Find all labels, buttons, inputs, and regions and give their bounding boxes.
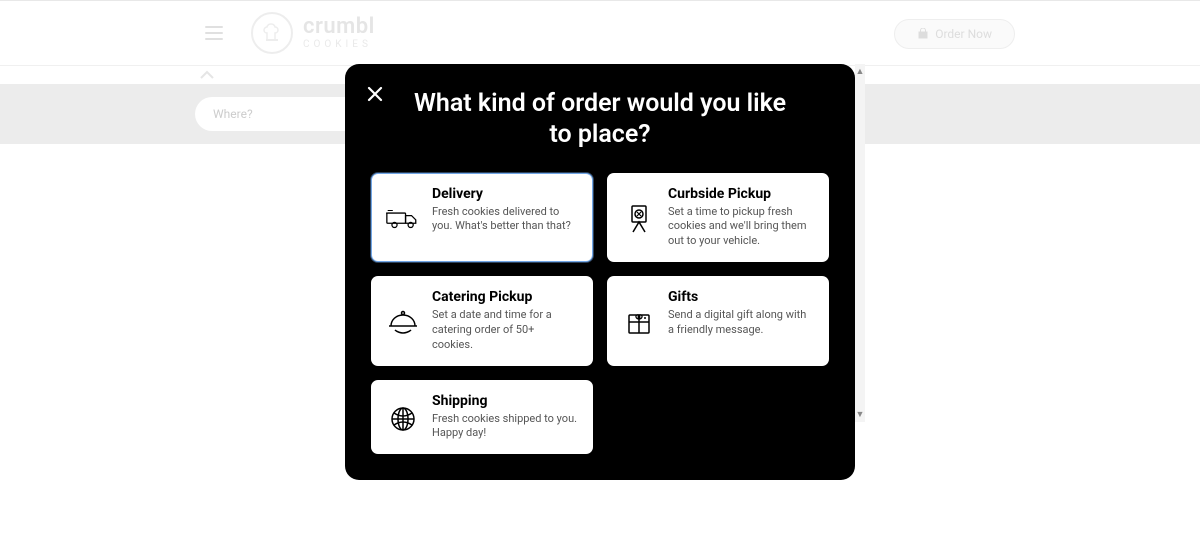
- close-button[interactable]: [365, 84, 385, 108]
- option-title: Delivery: [432, 186, 578, 202]
- chef-hat-icon: [251, 12, 293, 54]
- option-desc: Fresh cookies delivered to you. What's b…: [432, 205, 578, 235]
- order-type-modal: What kind of order would you like to pla…: [345, 64, 855, 480]
- order-options-grid: Delivery Fresh cookies delivered to you.…: [371, 173, 829, 455]
- option-desc: Set a time to pickup fresh cookies and w…: [668, 205, 814, 250]
- option-shipping[interactable]: Shipping Fresh cookies shipped to you. H…: [371, 380, 593, 455]
- brand-name: crumbl: [303, 16, 375, 38]
- gift-icon: [622, 289, 656, 353]
- option-title: Gifts: [668, 289, 814, 305]
- option-curbside[interactable]: Curbside Pickup Set a time to pickup fre…: [607, 173, 829, 263]
- close-icon: [365, 84, 385, 104]
- chevron-up-icon: [200, 70, 214, 80]
- option-desc: Set a date and time for a catering order…: [432, 308, 578, 353]
- option-delivery[interactable]: Delivery Fresh cookies delivered to you.…: [371, 173, 593, 263]
- scroll-up-icon: ▲: [856, 66, 865, 77]
- option-catering[interactable]: Catering Pickup Set a date and time for …: [371, 276, 593, 366]
- sign-icon: [622, 186, 656, 250]
- option-title: Shipping: [432, 393, 578, 409]
- modal-scrollbar[interactable]: ▲ ▼: [855, 64, 865, 422]
- order-now-button[interactable]: Order Now: [894, 19, 1015, 49]
- option-title: Curbside Pickup: [668, 186, 814, 202]
- search-placeholder: Where?: [213, 107, 253, 121]
- option-desc: Send a digital gift along with a friendl…: [668, 308, 814, 338]
- option-gifts[interactable]: Gifts Send a digital gift along with a f…: [607, 276, 829, 366]
- cloche-icon: [386, 289, 420, 353]
- brand-sub: cookies: [303, 40, 375, 50]
- truck-icon: [386, 186, 420, 250]
- menu-button[interactable]: [205, 26, 223, 40]
- brand-logo[interactable]: crumbl cookies: [251, 12, 375, 54]
- option-desc: Fresh cookies shipped to you. Happy day!: [432, 412, 578, 442]
- modal-title: What kind of order would you like to pla…: [401, 88, 799, 151]
- bag-icon: [917, 28, 929, 40]
- globe-icon: [386, 393, 420, 442]
- option-title: Catering Pickup: [432, 289, 578, 305]
- site-header: crumbl cookies Order Now: [0, 0, 1200, 66]
- order-now-label: Order Now: [935, 27, 992, 41]
- scroll-down-icon: ▼: [856, 409, 865, 420]
